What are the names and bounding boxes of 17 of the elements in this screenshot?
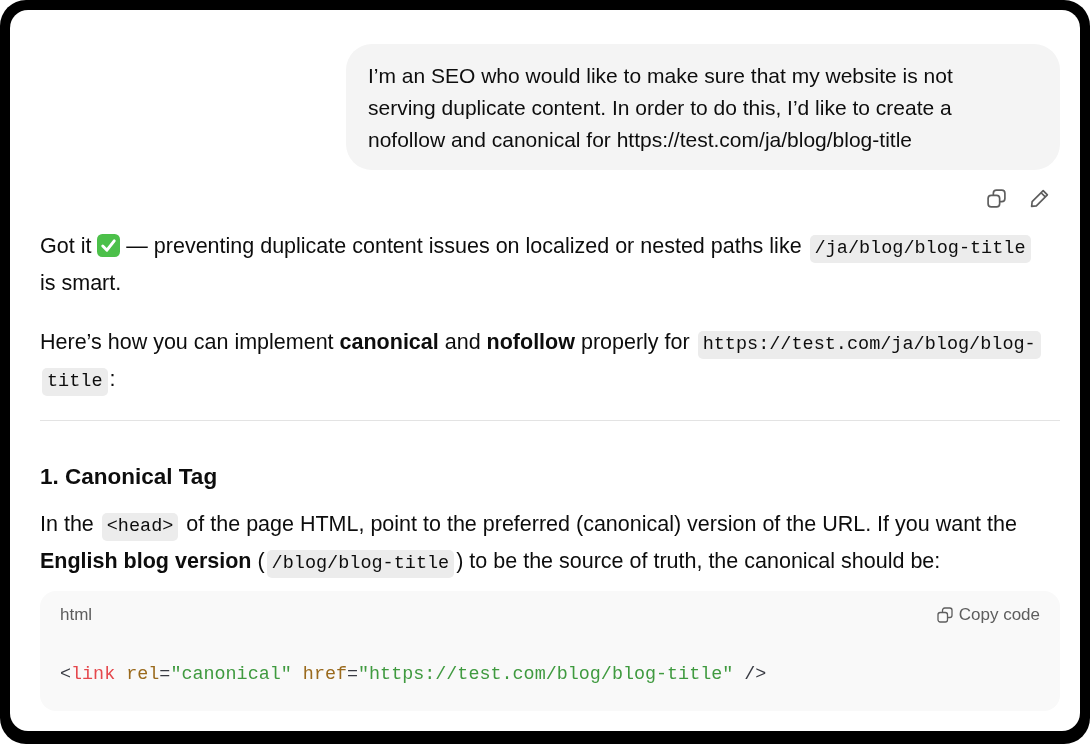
pencil-icon[interactable] <box>1029 187 1050 209</box>
section-heading: 1. Canonical Tag <box>40 463 219 491</box>
inline-code: /ja/blog/blog-title <box>809 235 1031 263</box>
copy-icon <box>936 607 953 623</box>
message-bubble: I’m an SEO who would like to make sure that my website is not serving duplicate content. In order to do this, I’d like to create a nofollow and canonical for https://test.com/ja/blog/blog-title <box>346 44 1060 170</box>
paragraph: Got it — preventing duplicate content issues on localized or nested paths like /ja/blog/blog-title is smart. <box>40 228 1045 302</box>
copy-code-button[interactable]: Copy code <box>936 605 1040 625</box>
inline-code: title <box>42 368 108 396</box>
code-language-label: html <box>60 605 93 625</box>
inline-code: <head> <box>101 513 179 541</box>
code-line: <link rel="canonical" href="https://test.com/blog/blog-title" /> <box>59 663 768 687</box>
paragraph: In the <head> of the page HTML, point to the preferred (canonical) version of the URL. If you want the English blog version ( /blog/blog-title ) to be the source of truth, the canonical should be: <box>40 506 1045 580</box>
copy-icon[interactable] <box>986 187 1007 209</box>
check-mark-icon <box>97 234 121 257</box>
inline-code: https://test.com/ja/blog/blog- <box>697 331 1041 359</box>
inline-code: /blog/blog-title <box>266 550 455 578</box>
paragraph: Here’s how you can implement canonical and nofollow properly for https://test.com/ja/blog/blog- title : <box>40 324 1045 398</box>
